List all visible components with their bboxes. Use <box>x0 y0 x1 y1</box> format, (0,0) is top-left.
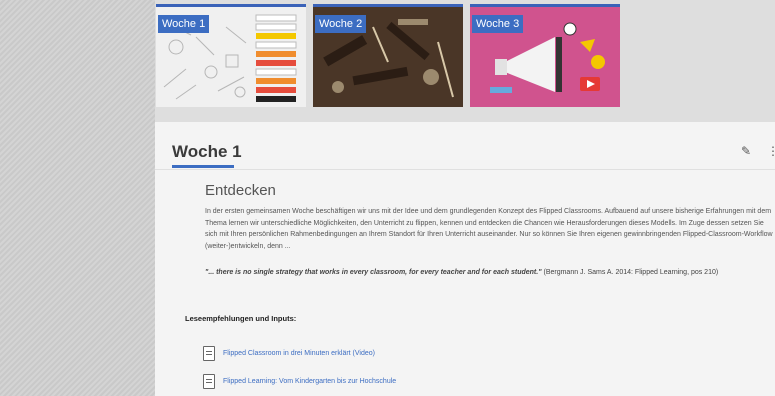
week-3-tile-label: Woche 3 <box>472 15 524 33</box>
reading-link[interactable]: Flipped Learning: Vom Kindergarten bis z… <box>223 378 396 385</box>
title-underline <box>172 165 234 168</box>
quote-text: "... there is no single strategy that wo… <box>205 269 542 276</box>
week-1-tile[interactable]: Woche 1 <box>156 4 306 107</box>
intro-paragraph: In der ersten gemeinsamen Woche beschäft… <box>205 208 773 250</box>
section-heading: Entdecken <box>205 182 276 199</box>
week-detail-panel: Woche 1 ✎ ⋮ Entdecken In der ersten geme… <box>155 122 775 396</box>
week-2-tile[interactable]: Woche 2 <box>313 4 463 107</box>
panel-divider <box>155 169 775 170</box>
reading-link-item[interactable]: Flipped Classroom in drei Minuten erklär… <box>203 346 375 361</box>
week-3-tile[interactable]: Woche 3 <box>470 4 620 107</box>
more-options-icon[interactable]: ⋮ <box>767 144 775 158</box>
reading-link[interactable]: Flipped Classroom in drei Minuten erklär… <box>223 350 375 357</box>
week-1-tile-label: Woche 1 <box>158 15 210 33</box>
document-icon <box>203 374 215 389</box>
quote-source: (Bergmann J. Sams A. 2014: Flipped Learn… <box>543 269 719 276</box>
quote-line: "... there is no single strategy that wo… <box>205 269 773 276</box>
reading-heading: Leseempfehlungen und Inputs: <box>185 314 297 323</box>
reading-link-item[interactable]: Flipped Learning: Vom Kindergarten bis z… <box>203 374 396 389</box>
video-document-icon <box>203 346 215 361</box>
week-title: Woche 1 <box>172 142 242 161</box>
week-2-tile-label: Woche 2 <box>315 15 367 33</box>
edit-pencil-icon[interactable]: ✎ <box>741 144 755 158</box>
